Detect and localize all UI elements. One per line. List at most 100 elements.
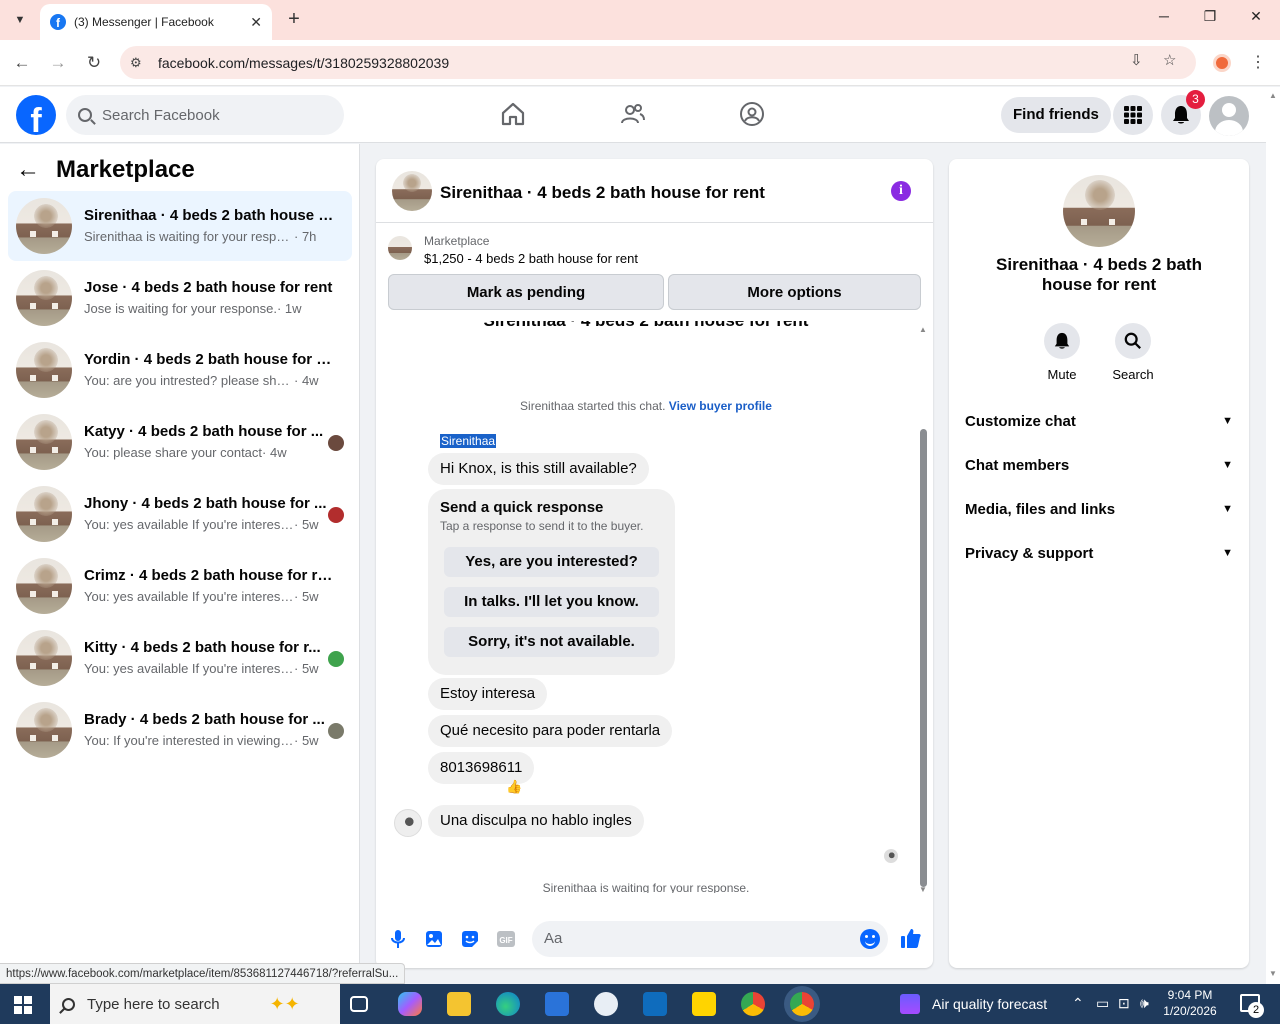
address-bar[interactable]: ⚙ facebook.com/messages/t/31802593288020…	[120, 46, 1196, 79]
find-friends-button[interactable]: Find friends	[1001, 97, 1111, 133]
listing-thumbnail	[16, 198, 72, 254]
chat-avatar[interactable]	[392, 171, 432, 211]
message-thread[interactable]: Sirenithaa · 4 beds 2 bath house for ren…	[376, 321, 933, 893]
tab-search-chevron-icon[interactable]: ▼	[8, 8, 32, 32]
message-bubble[interactable]: Estoy interesa	[428, 678, 548, 710]
message-input[interactable]: Aa	[532, 921, 888, 957]
outlook-icon[interactable]	[643, 992, 667, 1016]
copilot-icon[interactable]	[398, 992, 422, 1016]
chat-title[interactable]: Sirenithaa · 4 beds 2 bath house for ren…	[440, 183, 765, 203]
scroll-down-icon[interactable]: ▼	[919, 885, 927, 894]
site-settings-icon[interactable]: ⚙	[130, 55, 152, 71]
app-icon[interactable]	[594, 992, 618, 1016]
message-bubble[interactable]: Una disculpa no hablo ingles	[428, 805, 644, 837]
back-icon[interactable]: ←	[10, 51, 34, 75]
profile-avatar[interactable]	[1209, 96, 1249, 136]
view-buyer-profile-link[interactable]: View buyer profile	[669, 399, 772, 413]
browser-menu-icon[interactable]: ⋮	[1250, 52, 1266, 72]
close-window-icon[interactable]: ✕	[1246, 8, 1266, 25]
listing-title[interactable]: $1,250 - 4 beds 2 bath house for rent	[424, 251, 638, 266]
section-label: Customize chat	[965, 412, 1076, 430]
thumbs-up-reaction-icon[interactable]: 👍	[506, 779, 522, 795]
sticky-notes-icon[interactable]	[692, 992, 716, 1016]
privacy-support-section[interactable]: Privacy & support ▼	[965, 531, 1233, 575]
chat-members-section[interactable]: Chat members ▼	[965, 443, 1233, 487]
more-options-button[interactable]: More options	[668, 274, 921, 310]
listing-bar: Marketplace $1,250 - 4 beds 2 bath house…	[376, 224, 933, 320]
quick-response-in-talks-button[interactable]: In talks. I'll let you know.	[444, 587, 659, 617]
microphone-icon[interactable]	[388, 929, 408, 949]
sticker-icon[interactable]	[460, 929, 480, 949]
edge-icon[interactable]	[496, 992, 520, 1016]
extension-icon[interactable]	[1213, 54, 1231, 72]
notification-center-badge: 2	[1248, 1002, 1264, 1018]
thread-scrollbar[interactable]: ▲ ▼	[917, 325, 929, 894]
browser-tab[interactable]: f (3) Messenger | Facebook ✕	[40, 4, 272, 40]
snippet-time: · 5w	[294, 589, 319, 604]
conversation-item[interactable]: Kitty · 4 beds 2 bath house for r... You:…	[8, 623, 352, 693]
show-hidden-icons-icon[interactable]: ⌃	[1072, 995, 1084, 1012]
install-app-icon[interactable]: ⇩	[1130, 51, 1143, 69]
friends-icon[interactable]	[620, 101, 646, 127]
minimize-icon[interactable]: ─	[1154, 8, 1174, 24]
network-icon[interactable]: ⊡	[1118, 995, 1130, 1012]
thumbs-up-send-icon[interactable]	[900, 927, 922, 949]
scroll-up-icon[interactable]: ▲	[1269, 91, 1277, 100]
reload-icon[interactable]: ↻	[82, 51, 106, 75]
customize-chat-section[interactable]: Customize chat ▼	[965, 399, 1233, 443]
mark-as-pending-button[interactable]: Mark as pending	[388, 274, 664, 310]
gif-icon[interactable]: GIF	[496, 929, 516, 949]
microsoft-store-icon[interactable]	[545, 992, 569, 1016]
conversation-item[interactable]: Jhony · 4 beds 2 bath house for ... You: …	[8, 479, 352, 549]
menu-grid-icon[interactable]	[1113, 95, 1153, 135]
tab-close-icon[interactable]: ✕	[250, 14, 262, 31]
media-files-links-section[interactable]: Media, files and links ▼	[965, 487, 1233, 531]
emoji-icon[interactable]	[860, 929, 880, 949]
message-bubble[interactable]: Qué necesito para poder rentarla	[428, 715, 673, 747]
conversation-item[interactable]: Jose · 4 beds 2 bath house for rent Jose …	[8, 263, 352, 333]
back-arrow-icon[interactable]: ←	[16, 156, 46, 184]
new-tab-icon[interactable]: +	[282, 8, 306, 31]
windows-start-icon[interactable]	[14, 996, 32, 1014]
conversation-item[interactable]: Brady · 4 beds 2 bath house for ... You: …	[8, 695, 352, 765]
scroll-down-icon[interactable]: ▼	[1269, 969, 1277, 978]
file-explorer-icon[interactable]	[447, 992, 471, 1016]
task-view-icon[interactable]	[350, 996, 368, 1012]
search-in-chat-button[interactable]: Search	[1103, 323, 1163, 382]
home-icon[interactable]	[500, 101, 526, 127]
info-icon[interactable]: i	[891, 181, 911, 201]
quick-response-yes-button[interactable]: Yes, are you interested?	[444, 547, 659, 577]
volume-icon[interactable]: 🕪	[1140, 995, 1149, 1012]
conversation-item[interactable]: Crimz · 4 beds 2 bath house for rent You:…	[8, 551, 352, 621]
listing-thumbnail	[16, 342, 72, 398]
facebook-search-input[interactable]: Search Facebook	[66, 95, 344, 135]
conversation-snippet: Jose is waiting for your response. · 1w	[84, 301, 302, 316]
snippet-text: Sirenithaa is waiting for your response.	[84, 229, 294, 244]
device-icon[interactable]: ▭	[1096, 995, 1109, 1012]
conversation-snippet: You: yes available If you're interest...…	[84, 661, 319, 676]
message-bubble[interactable]: Hi Knox, is this still available?	[428, 453, 649, 485]
conversation-item[interactable]: Sirenithaa · 4 beds 2 bath house fo... Si…	[8, 191, 352, 261]
scroll-up-icon[interactable]: ▲	[919, 325, 927, 334]
photo-icon[interactable]	[424, 929, 444, 949]
contact-avatar[interactable]	[1063, 175, 1135, 247]
sender-avatar[interactable]	[394, 809, 422, 837]
forward-icon[interactable]: →	[46, 51, 70, 75]
conversation-name: Jhony · 4 beds 2 bath house for ...	[84, 495, 327, 512]
taskbar-search-input[interactable]: Type here to search ✦✦	[50, 984, 340, 1024]
facebook-logo-icon[interactable]: f	[16, 95, 56, 135]
mute-button[interactable]: Mute	[1032, 323, 1092, 382]
weather-widget[interactable]: Air quality forecast	[900, 994, 1047, 1014]
scrollbar-thumb[interactable]	[920, 429, 927, 887]
conversation-item[interactable]: Katyy · 4 beds 2 bath house for ... You: …	[8, 407, 352, 477]
restore-icon[interactable]: ❐	[1200, 8, 1220, 25]
conversation-item[interactable]: Yordin · 4 beds 2 bath house for re... Yo…	[8, 335, 352, 405]
bookmark-star-icon[interactable]: ☆	[1163, 51, 1176, 69]
groups-icon[interactable]	[739, 101, 765, 127]
system-clock[interactable]: 9:04 PM 1/20/2026	[1160, 987, 1220, 1019]
chrome-active-icon[interactable]	[790, 992, 814, 1016]
page-scrollbar[interactable]: ▲ ▼	[1266, 87, 1280, 984]
listing-thumbnail[interactable]	[388, 236, 412, 260]
quick-response-not-available-button[interactable]: Sorry, it's not available.	[444, 627, 659, 657]
chrome-icon[interactable]	[741, 992, 765, 1016]
